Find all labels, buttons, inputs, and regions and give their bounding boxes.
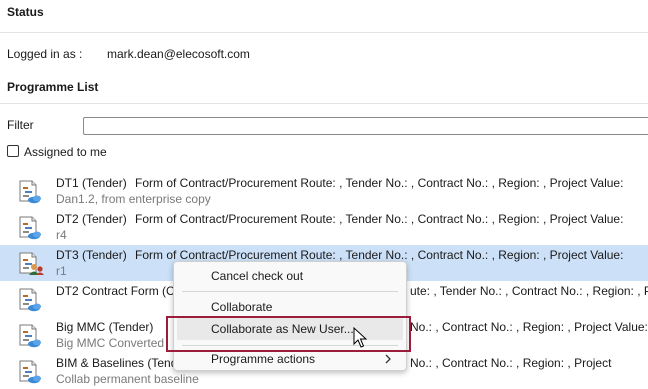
assigned-to-me-checkbox[interactable] — [7, 145, 19, 157]
programme-list-heading: Programme List — [7, 80, 99, 94]
programme-description: ute: , Tender No.: , Contract No.: , Reg… — [410, 284, 648, 298]
programme-description: Form of Contract/Procurement Route: , Te… — [135, 212, 624, 226]
programme-document-icon — [19, 324, 41, 348]
programme-name: Big MMC (Tender) — [56, 320, 154, 334]
programme-list-divider — [0, 103, 648, 104]
logged-in-user: mark.dean@elecosoft.com — [107, 47, 250, 61]
mouse-cursor-icon — [353, 327, 367, 348]
chevron-right-icon — [385, 354, 391, 364]
programme-document-icon — [19, 216, 41, 240]
programme-document-icon — [19, 360, 41, 384]
programme-revision: Dan1.2, from enterprise copy — [56, 192, 211, 206]
menu-item-label: Collaborate — [211, 300, 273, 314]
programme-description: Form of Contract/Procurement Route: , Te… — [135, 248, 624, 262]
programme-description: Form of Contract/Procurement Route: , Te… — [135, 176, 624, 190]
programme-revision: r4 — [56, 228, 67, 242]
filter-label: Filter — [7, 118, 34, 132]
programme-row[interactable]: DT2 (Tender) Form of Contract/Procuremen… — [0, 209, 648, 245]
programme-name: DT1 (Tender) — [56, 176, 127, 190]
programme-checked-out-icon — [19, 252, 44, 275]
status-heading: Status — [7, 5, 44, 19]
programme-document-icon — [19, 180, 41, 204]
programme-description: No.: , Contract No.: , Region: , Project — [410, 356, 612, 370]
menu-item-label: Cancel check out — [211, 269, 304, 283]
programme-revision: Collab permanent baseline — [56, 372, 199, 386]
assigned-to-me-label[interactable]: Assigned to me — [24, 145, 107, 159]
programme-name: BIM & Baselines (Tend — [56, 356, 178, 370]
programme-description: No.: , Contract No.: , Region: , Project… — [410, 320, 648, 334]
annotation-highlight-box — [166, 316, 411, 352]
programme-name: DT2 (Tender) — [56, 212, 127, 226]
programme-name: DT3 (Tender) — [56, 248, 127, 262]
status-divider — [0, 32, 648, 33]
programme-document-icon — [19, 288, 41, 312]
menu-item-collaborate[interactable]: Collaborate — [174, 296, 406, 318]
programme-revision: Big MMC Converted — [56, 336, 165, 350]
programme-name: DT2 Contract Form (C — [56, 284, 175, 298]
programme-row[interactable]: DT1 (Tender) Form of Contract/Procuremen… — [0, 173, 648, 209]
programme-revision: r1 — [56, 264, 67, 278]
menu-separator — [182, 291, 398, 292]
logged-in-label: Logged in as : — [7, 47, 83, 61]
filter-input[interactable] — [83, 117, 648, 135]
menu-item-cancel-check-out[interactable]: Cancel check out — [174, 265, 406, 287]
menu-item-label: Programme actions — [211, 352, 316, 366]
